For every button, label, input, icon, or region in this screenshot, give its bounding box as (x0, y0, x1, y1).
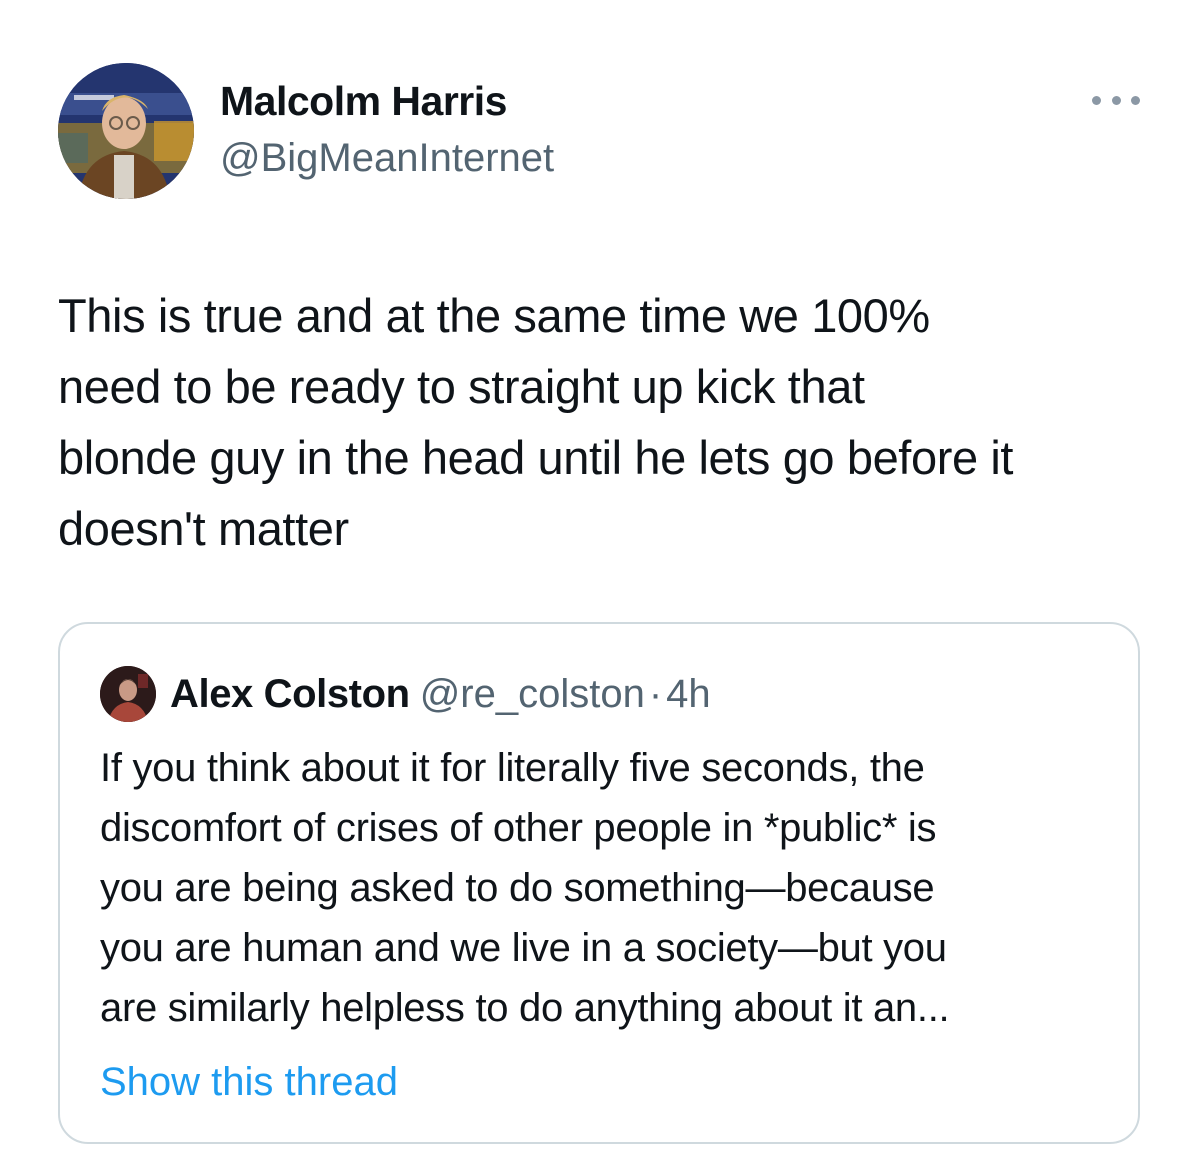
quoted-separator: · (648, 672, 663, 716)
quoted-tweet[interactable]: Alex Colston @re_colston · 4h If you think … (58, 622, 1140, 1144)
more-horizontal-icon (1131, 95, 1140, 105)
tweet-text: This is true and at the same time we 100… (58, 289, 1014, 555)
more-horizontal-icon (1092, 95, 1101, 105)
more-horizontal-icon (1111, 95, 1121, 105)
show-thread-link[interactable]: Show this thread (100, 1052, 398, 1112)
quoted-author-avatar[interactable] (100, 666, 156, 722)
more-options-button[interactable] (1092, 84, 1140, 116)
quoted-author-handle[interactable]: @re_colston (420, 672, 645, 716)
quoted-tweet-text: If you think about it for literally five… (100, 746, 950, 1030)
author-handle[interactable]: @BigMeanInternet (220, 136, 554, 181)
author-avatar[interactable] (58, 63, 194, 199)
author-name[interactable]: Malcolm Harris (220, 78, 507, 125)
quoted-tweet-header: Alex Colston @re_colston · 4h (170, 668, 711, 720)
quoted-author-name[interactable]: Alex Colston (170, 672, 410, 716)
quoted-timestamp[interactable]: 4h (666, 672, 711, 716)
tweet: Malcolm Harris @BigMeanInternet This is … (0, 0, 1200, 1171)
